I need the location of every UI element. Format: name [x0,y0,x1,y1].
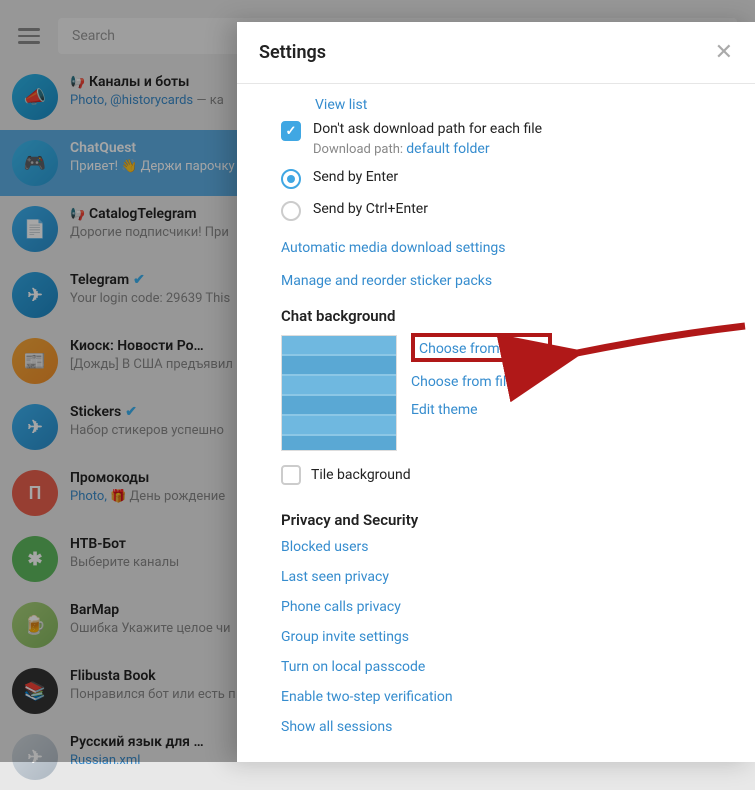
local-passcode-link[interactable]: Turn on local passcode [281,659,755,675]
two-step-link[interactable]: Enable two-step verification [281,689,755,705]
send-enter-label: Send by Enter [313,169,398,185]
default-folder-link[interactable]: default folder [406,141,489,157]
background-thumbnail[interactable] [281,335,397,451]
download-path-checkbox[interactable]: Don't ask download path for each file Do… [281,115,755,163]
blocked-users-link[interactable]: Blocked users [281,539,755,555]
sticker-packs-link[interactable]: Manage and reorder sticker packs [281,273,492,289]
auto-media-link[interactable]: Automatic media download settings [281,240,506,256]
choose-from-file-link[interactable]: Choose from file [411,374,514,390]
download-path-sub: Download path: default folder [313,141,542,157]
sessions-link[interactable]: Show all sessions [281,719,755,735]
chat-background-title: Chat background [281,307,755,325]
group-invite-link[interactable]: Group invite settings [281,629,755,645]
send-ctrl-enter-radio[interactable]: Send by Ctrl+Enter [281,195,755,227]
settings-panel: Settings ✕ View list Don't ask download … [237,22,755,762]
checkbox-icon [281,465,301,485]
send-enter-radio[interactable]: Send by Enter [281,163,755,195]
phone-calls-link[interactable]: Phone calls privacy [281,599,755,615]
choose-from-gallery-link[interactable]: Choose from gallery [419,341,544,357]
view-list-link[interactable]: View list [315,97,367,113]
settings-title: Settings [259,42,326,63]
privacy-title: Privacy and Security [281,511,755,529]
download-check-label: Don't ask download path for each file [313,121,542,137]
tile-background-checkbox[interactable]: Tile background [281,465,755,485]
checkbox-checked-icon [281,121,301,141]
tile-label: Tile background [311,467,411,483]
edit-theme-link[interactable]: Edit theme [411,402,478,418]
highlighted-option: Choose from gallery [411,333,552,362]
close-icon[interactable]: ✕ [715,40,733,65]
send-ctrl-enter-label: Send by Ctrl+Enter [313,201,428,217]
radio-selected-icon [281,169,301,189]
radio-icon [281,201,301,221]
last-seen-link[interactable]: Last seen privacy [281,569,755,585]
